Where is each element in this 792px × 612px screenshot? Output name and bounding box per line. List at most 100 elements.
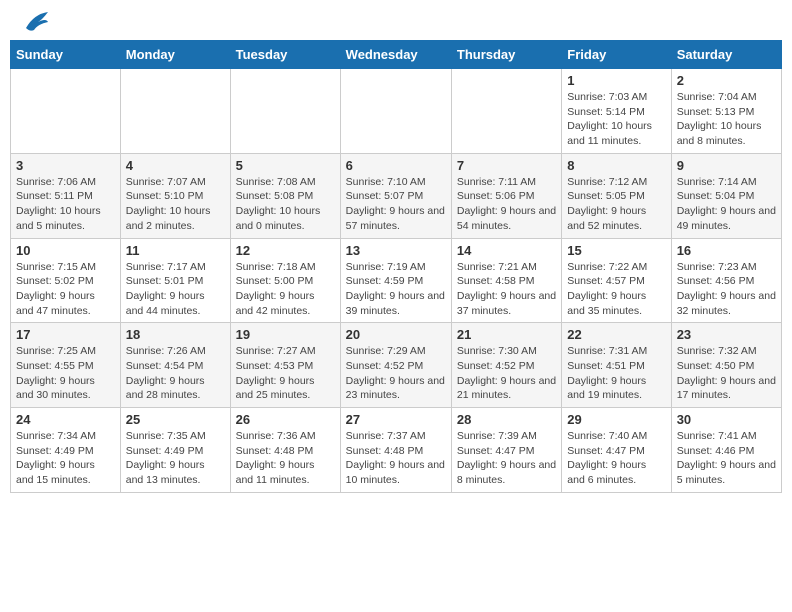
header-saturday: Saturday (671, 41, 781, 69)
day-info: Sunrise: 7:32 AM Sunset: 4:50 PM Dayligh… (677, 344, 776, 403)
calendar-cell: 26 Sunrise: 7:36 AM Sunset: 4:48 PM Dayli… (230, 408, 340, 493)
day-number: 16 (677, 243, 776, 258)
day-number: 8 (567, 158, 665, 173)
day-info: Sunrise: 7:29 AM Sunset: 4:52 PM Dayligh… (346, 344, 446, 403)
day-number: 9 (677, 158, 776, 173)
calendar-cell: 23 Sunrise: 7:32 AM Sunset: 4:50 PM Dayli… (671, 323, 781, 408)
day-info: Sunrise: 7:03 AM Sunset: 5:14 PM Dayligh… (567, 90, 665, 149)
calendar-cell: 18 Sunrise: 7:26 AM Sunset: 4:54 PM Dayli… (120, 323, 230, 408)
day-info: Sunrise: 7:31 AM Sunset: 4:51 PM Dayligh… (567, 344, 665, 403)
calendar-cell: 2 Sunrise: 7:04 AM Sunset: 5:13 PM Daylig… (671, 69, 781, 154)
day-number: 11 (126, 243, 225, 258)
day-info: Sunrise: 7:08 AM Sunset: 5:08 PM Dayligh… (236, 175, 335, 234)
calendar-cell: 3 Sunrise: 7:06 AM Sunset: 5:11 PM Daylig… (11, 153, 121, 238)
day-number: 29 (567, 412, 665, 427)
calendar-cell: 25 Sunrise: 7:35 AM Sunset: 4:49 PM Dayli… (120, 408, 230, 493)
logo-bird-icon (18, 10, 50, 32)
calendar-cell: 20 Sunrise: 7:29 AM Sunset: 4:52 PM Dayli… (340, 323, 451, 408)
header-friday: Friday (562, 41, 671, 69)
day-info: Sunrise: 7:15 AM Sunset: 5:02 PM Dayligh… (16, 260, 115, 319)
day-info: Sunrise: 7:41 AM Sunset: 4:46 PM Dayligh… (677, 429, 776, 488)
day-number: 30 (677, 412, 776, 427)
day-number: 2 (677, 73, 776, 88)
calendar-cell: 13Sunrise: 7:19 AM Sunset: 4:59 PM Dayli… (340, 238, 451, 323)
calendar-week-row: 10 Sunrise: 7:15 AM Sunset: 5:02 PM Dayli… (11, 238, 782, 323)
calendar-cell: 8 Sunrise: 7:12 AM Sunset: 5:05 PM Daylig… (562, 153, 671, 238)
day-number: 6 (346, 158, 446, 173)
logo (14, 10, 50, 32)
calendar-cell: 12 Sunrise: 7:18 AM Sunset: 5:00 PM Dayli… (230, 238, 340, 323)
calendar-cell: 7Sunrise: 7:11 AM Sunset: 5:06 PM Daylig… (451, 153, 561, 238)
calendar-cell: 19 Sunrise: 7:27 AM Sunset: 4:53 PM Dayli… (230, 323, 340, 408)
day-number: 27 (346, 412, 446, 427)
calendar-week-row: 3 Sunrise: 7:06 AM Sunset: 5:11 PM Daylig… (11, 153, 782, 238)
calendar-header-row: SundayMondayTuesdayWednesdayThursdayFrid… (11, 41, 782, 69)
calendar-week-row: 17 Sunrise: 7:25 AM Sunset: 4:55 PM Dayli… (11, 323, 782, 408)
day-number: 26 (236, 412, 335, 427)
header-monday: Monday (120, 41, 230, 69)
calendar-table: SundayMondayTuesdayWednesdayThursdayFrid… (10, 40, 782, 493)
day-info: Sunrise: 7:17 AM Sunset: 5:01 PM Dayligh… (126, 260, 225, 319)
day-number: 5 (236, 158, 335, 173)
calendar-cell (120, 69, 230, 154)
calendar-cell: 11 Sunrise: 7:17 AM Sunset: 5:01 PM Dayli… (120, 238, 230, 323)
header-thursday: Thursday (451, 41, 561, 69)
day-info: Sunrise: 7:14 AM Sunset: 5:04 PM Dayligh… (677, 175, 776, 234)
calendar-week-row: 24Sunrise: 7:34 AM Sunset: 4:49 PM Dayli… (11, 408, 782, 493)
day-number: 18 (126, 327, 225, 342)
calendar-cell (340, 69, 451, 154)
day-number: 12 (236, 243, 335, 258)
day-number: 4 (126, 158, 225, 173)
calendar-cell: 14Sunrise: 7:21 AM Sunset: 4:58 PM Dayli… (451, 238, 561, 323)
day-number: 17 (16, 327, 115, 342)
day-info: Sunrise: 7:30 AM Sunset: 4:52 PM Dayligh… (457, 344, 556, 403)
day-number: 28 (457, 412, 556, 427)
calendar-cell: 5 Sunrise: 7:08 AM Sunset: 5:08 PM Daylig… (230, 153, 340, 238)
day-info: Sunrise: 7:40 AM Sunset: 4:47 PM Dayligh… (567, 429, 665, 488)
calendar-cell: 28 Sunrise: 7:39 AM Sunset: 4:47 PM Dayli… (451, 408, 561, 493)
page-header (10, 10, 782, 32)
header-wednesday: Wednesday (340, 41, 451, 69)
day-number: 23 (677, 327, 776, 342)
day-info: Sunrise: 7:21 AM Sunset: 4:58 PM Dayligh… (457, 260, 556, 319)
day-info: Sunrise: 7:06 AM Sunset: 5:11 PM Dayligh… (16, 175, 115, 234)
day-info: Sunrise: 7:27 AM Sunset: 4:53 PM Dayligh… (236, 344, 335, 403)
calendar-cell: 16Sunrise: 7:23 AM Sunset: 4:56 PM Dayli… (671, 238, 781, 323)
calendar-cell: 24Sunrise: 7:34 AM Sunset: 4:49 PM Dayli… (11, 408, 121, 493)
day-number: 13 (346, 243, 446, 258)
calendar-cell (11, 69, 121, 154)
calendar-cell (230, 69, 340, 154)
day-number: 21 (457, 327, 556, 342)
calendar-cell: 10 Sunrise: 7:15 AM Sunset: 5:02 PM Dayli… (11, 238, 121, 323)
calendar-cell: 17 Sunrise: 7:25 AM Sunset: 4:55 PM Dayli… (11, 323, 121, 408)
day-info: Sunrise: 7:22 AM Sunset: 4:57 PM Dayligh… (567, 260, 665, 319)
day-number: 10 (16, 243, 115, 258)
calendar-cell: 9 Sunrise: 7:14 AM Sunset: 5:04 PM Daylig… (671, 153, 781, 238)
calendar-cell: 6 Sunrise: 7:10 AM Sunset: 5:07 PM Daylig… (340, 153, 451, 238)
day-info: Sunrise: 7:12 AM Sunset: 5:05 PM Dayligh… (567, 175, 665, 234)
calendar-cell: 27Sunrise: 7:37 AM Sunset: 4:48 PM Dayli… (340, 408, 451, 493)
header-sunday: Sunday (11, 41, 121, 69)
day-info: Sunrise: 7:39 AM Sunset: 4:47 PM Dayligh… (457, 429, 556, 488)
day-number: 3 (16, 158, 115, 173)
calendar-cell (451, 69, 561, 154)
calendar-cell: 30 Sunrise: 7:41 AM Sunset: 4:46 PM Dayli… (671, 408, 781, 493)
day-info: Sunrise: 7:18 AM Sunset: 5:00 PM Dayligh… (236, 260, 335, 319)
calendar-cell: 22 Sunrise: 7:31 AM Sunset: 4:51 PM Dayli… (562, 323, 671, 408)
day-info: Sunrise: 7:10 AM Sunset: 5:07 PM Dayligh… (346, 175, 446, 234)
day-info: Sunrise: 7:04 AM Sunset: 5:13 PM Dayligh… (677, 90, 776, 149)
day-info: Sunrise: 7:36 AM Sunset: 4:48 PM Dayligh… (236, 429, 335, 488)
day-info: Sunrise: 7:35 AM Sunset: 4:49 PM Dayligh… (126, 429, 225, 488)
calendar-cell: 21 Sunrise: 7:30 AM Sunset: 4:52 PM Dayli… (451, 323, 561, 408)
day-number: 15 (567, 243, 665, 258)
day-number: 25 (126, 412, 225, 427)
day-info: Sunrise: 7:26 AM Sunset: 4:54 PM Dayligh… (126, 344, 225, 403)
day-number: 22 (567, 327, 665, 342)
calendar-cell: 15 Sunrise: 7:22 AM Sunset: 4:57 PM Dayli… (562, 238, 671, 323)
calendar-week-row: 1Sunrise: 7:03 AM Sunset: 5:14 PM Daylig… (11, 69, 782, 154)
header-tuesday: Tuesday (230, 41, 340, 69)
day-info: Sunrise: 7:25 AM Sunset: 4:55 PM Dayligh… (16, 344, 115, 403)
day-number: 19 (236, 327, 335, 342)
day-info: Sunrise: 7:11 AM Sunset: 5:06 PM Dayligh… (457, 175, 556, 234)
day-number: 20 (346, 327, 446, 342)
